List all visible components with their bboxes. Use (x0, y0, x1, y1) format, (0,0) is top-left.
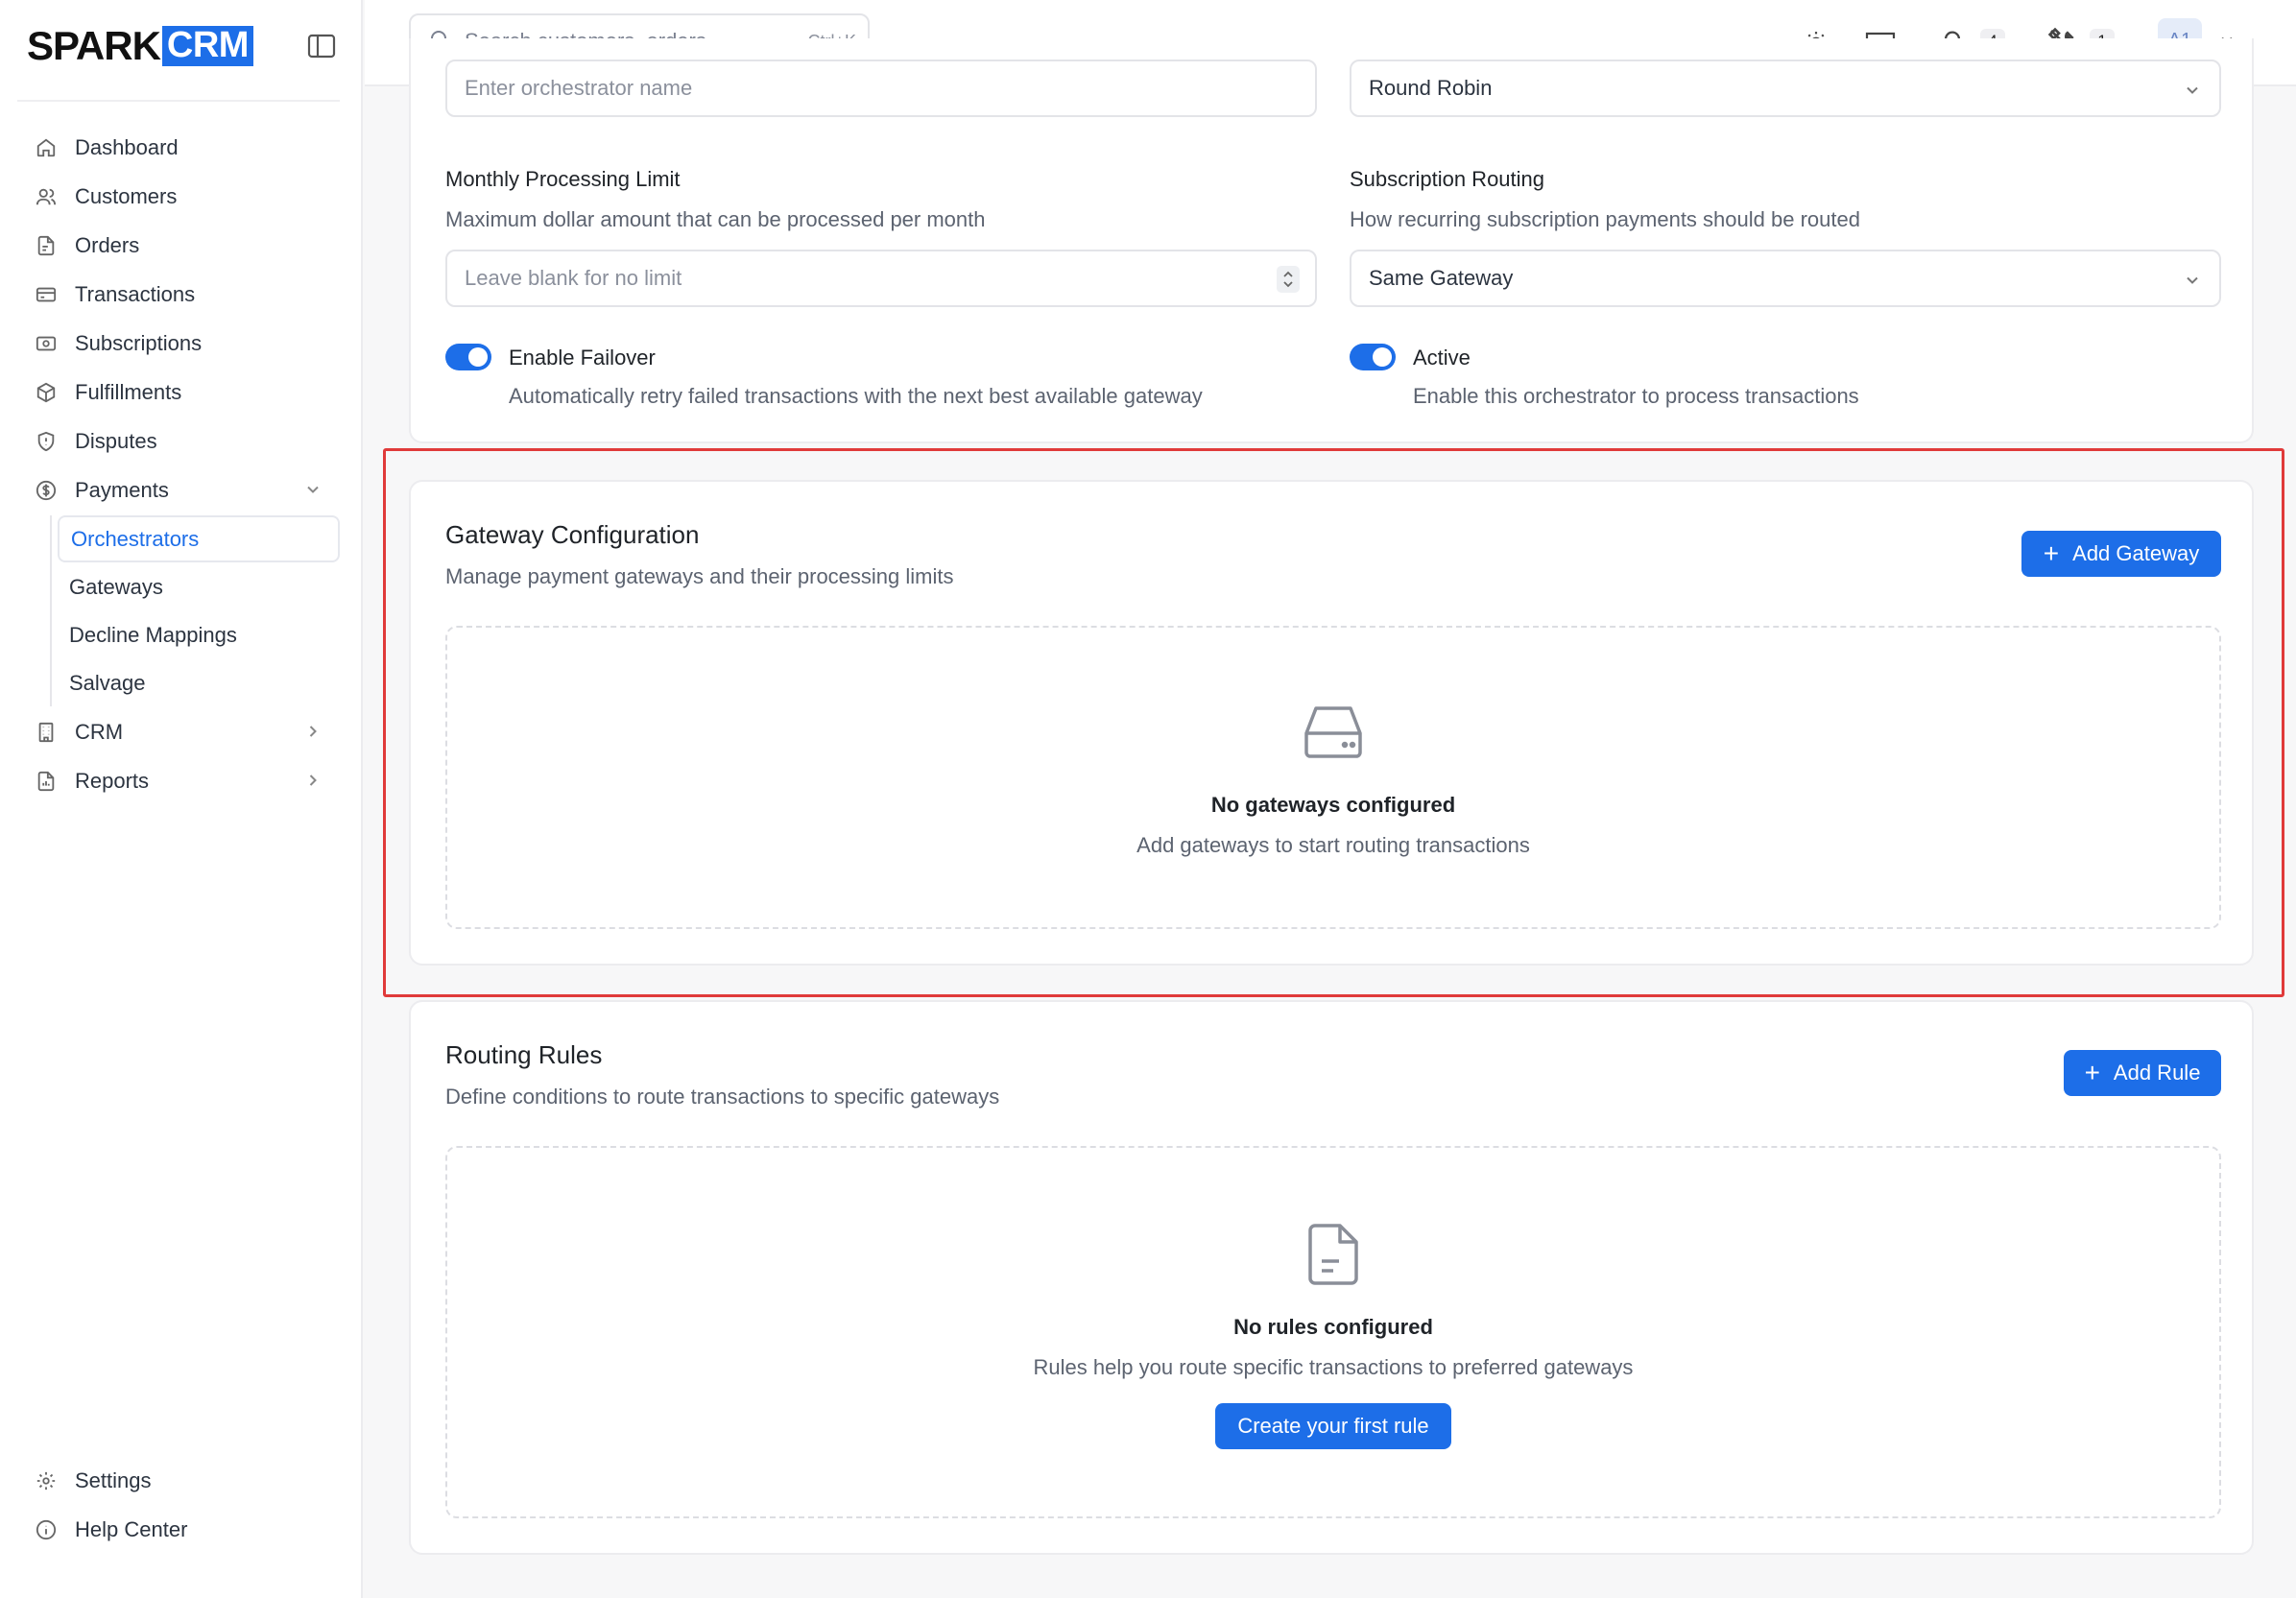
brand-name-crm: CRM (161, 26, 253, 66)
sidebar-item-help-center[interactable]: Help Center (17, 1505, 340, 1554)
sidebar-item-transactions[interactable]: Transactions (17, 270, 340, 319)
routing-rules-subtitle: Define conditions to route transactions … (445, 1085, 1000, 1109)
sidebar-item-label: Subscriptions (75, 330, 203, 355)
add-rule-label: Add Rule (2113, 1061, 2201, 1085)
sidebar: SPARK CRM Dashboard Customers Orders Tra… (0, 0, 363, 1598)
sidebar-item-label: Fulfillments (75, 379, 182, 404)
sidebar-item-label: Settings (75, 1467, 152, 1492)
brand-logo[interactable]: SPARK CRM (27, 25, 253, 67)
sidebar-item-orchestrators[interactable]: Orchestrators (58, 515, 340, 562)
failover-label: Enable Failover (509, 346, 656, 370)
report-icon (35, 770, 58, 793)
chevron-down-icon (2183, 81, 2202, 100)
sidebar-item-disputes[interactable]: Disputes (17, 417, 340, 465)
main-nav: Dashboard Customers Orders Transactions … (17, 123, 340, 805)
file-icon (35, 234, 58, 257)
rules-empty-state: No rules configured Rules help you route… (445, 1146, 2221, 1518)
routing-strategy-value: Round Robin (1369, 76, 1493, 100)
failover-help: Automatically retry failed transactions … (509, 384, 1203, 408)
dollar-circle-icon (35, 479, 58, 502)
sidebar-item-salvage[interactable]: Salvage (58, 659, 340, 706)
sidebar-item-gateways[interactable]: Gateways (58, 563, 340, 610)
shield-icon (35, 430, 58, 453)
document-icon (1307, 1223, 1359, 1291)
sidebar-item-fulfillments[interactable]: Fulfillments (17, 368, 340, 417)
routing-rules-title: Routing Rules (445, 1040, 603, 1069)
users-icon (35, 185, 58, 208)
gear-icon (35, 1469, 58, 1492)
sidebar-item-label: Transactions (75, 281, 196, 306)
sidebar-item-decline-mappings[interactable]: Decline Mappings (58, 611, 340, 658)
routing-rules-card: Routing Rules Define conditions to route… (409, 1000, 2254, 1555)
chevron-right-icon (303, 722, 323, 741)
create-first-rule-label: Create your first rule (1237, 1414, 1429, 1438)
monthly-limit-label: Monthly Processing Limit (445, 167, 681, 191)
sidebar-item-label: Dashboard (75, 134, 179, 159)
brand-name-spark: SPARK (27, 23, 161, 68)
subscription-routing-label: Subscription Routing (1350, 167, 1545, 191)
rules-empty-title: No rules configured (1233, 1315, 1433, 1339)
sidebar-divider (17, 100, 340, 102)
sidebar-item-payments[interactable]: Payments (17, 465, 340, 514)
chevron-down-icon (303, 480, 323, 499)
highlight-box (383, 448, 2284, 997)
monthly-limit-help: Maximum dollar amount that can be proces… (445, 207, 986, 231)
active-help: Enable this orchestrator to process tran… (1413, 384, 1859, 408)
sidebar-item-dashboard[interactable]: Dashboard (17, 123, 340, 172)
chevron-right-icon (303, 771, 323, 790)
rules-empty-subtitle: Rules help you route specific transactio… (1033, 1355, 1634, 1379)
payments-subnav: Orchestrators Gateways Decline Mappings … (50, 515, 340, 706)
package-icon (35, 381, 58, 404)
sidebar-item-settings[interactable]: Settings (17, 1456, 340, 1505)
home-icon (35, 136, 58, 159)
bottom-nav: Settings Help Center (17, 1456, 340, 1554)
chevron-down-icon (2183, 271, 2202, 290)
sidebar-item-label: Disputes (75, 428, 157, 453)
sidebar-item-label: Reports (75, 768, 150, 793)
sidebar-item-crm[interactable]: CRM (17, 707, 340, 756)
subscription-routing-help: How recurring subscription payments shou… (1350, 207, 1860, 231)
sidebar-item-orders[interactable]: Orders (17, 221, 340, 270)
active-label: Active (1413, 346, 1471, 370)
orchestrator-settings-card: Enter orchestrator name Round Robin Mont… (409, 38, 2254, 443)
sidebar-item-label: Help Center (75, 1516, 188, 1541)
subscription-routing-select[interactable]: Same Gateway (1350, 250, 2221, 307)
building-icon (35, 721, 58, 744)
sidebar-item-label: CRM (75, 719, 124, 744)
routing-strategy-select[interactable]: Round Robin (1350, 60, 2221, 117)
orchestrator-name-input[interactable]: Enter orchestrator name (445, 60, 1317, 117)
info-icon (35, 1518, 58, 1541)
sidebar-item-subscriptions[interactable]: Subscriptions (17, 319, 340, 368)
monthly-limit-placeholder: Leave blank for no limit (465, 266, 682, 290)
sidebar-item-label: Customers (75, 183, 178, 208)
sidebar-toggle-icon[interactable] (307, 34, 336, 59)
monthly-limit-input[interactable]: Leave blank for no limit (445, 250, 1317, 307)
sidebar-item-label: Orders (75, 232, 140, 257)
subscription-routing-value: Same Gateway (1369, 266, 1514, 290)
number-stepper-icon[interactable] (1277, 266, 1300, 293)
credit-card-icon (35, 283, 58, 306)
sidebar-item-reports[interactable]: Reports (17, 756, 340, 805)
failover-toggle[interactable] (445, 344, 491, 370)
sidebar-item-customers[interactable]: Customers (17, 172, 340, 221)
banknote-icon (35, 332, 58, 355)
active-toggle[interactable] (1350, 344, 1396, 370)
add-rule-button[interactable]: + Add Rule (2064, 1050, 2221, 1096)
plus-icon: + (2084, 1058, 2100, 1087)
sidebar-item-label: Payments (75, 477, 169, 502)
create-first-rule-button[interactable]: Create your first rule (1215, 1403, 1451, 1449)
